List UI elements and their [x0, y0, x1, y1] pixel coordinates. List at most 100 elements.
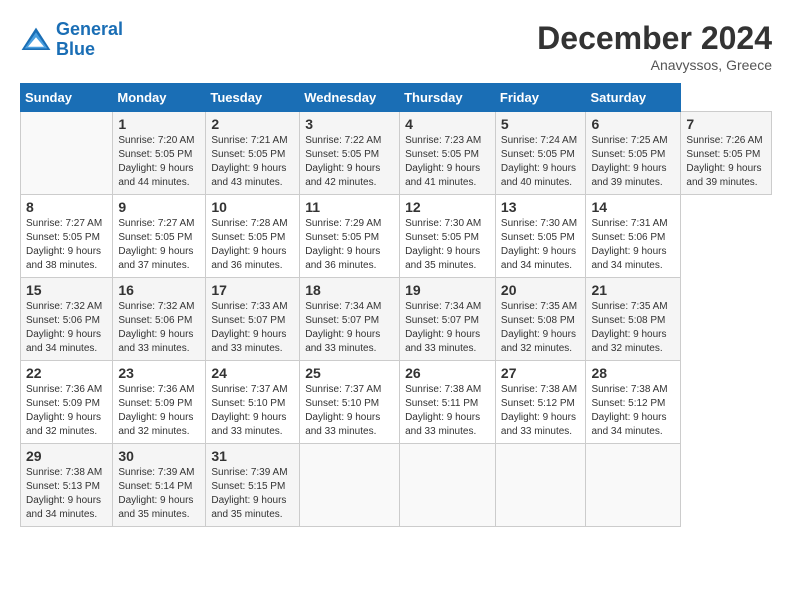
day-info: Sunrise: 7:35 AM Sunset: 5:08 PM Dayligh… [591, 300, 675, 356]
day-number: 25 [305, 365, 394, 381]
calendar-cell: 7 Sunrise: 7:26 AM Sunset: 5:05 PM Dayli… [681, 112, 772, 195]
calendar-cell: 29 Sunrise: 7:38 AM Sunset: 5:13 PM Dayl… [21, 444, 113, 527]
page-header: General Blue December 2024 Anavyssos, Gr… [20, 20, 772, 73]
day-number: 19 [405, 282, 490, 298]
day-number: 4 [405, 116, 490, 132]
day-number: 18 [305, 282, 394, 298]
day-info: Sunrise: 7:24 AM Sunset: 5:05 PM Dayligh… [501, 134, 581, 190]
day-number: 3 [305, 116, 394, 132]
day-number: 17 [211, 282, 294, 298]
week-row-2: 8 Sunrise: 7:27 AM Sunset: 5:05 PM Dayli… [21, 195, 772, 278]
day-info: Sunrise: 7:35 AM Sunset: 5:08 PM Dayligh… [501, 300, 581, 356]
day-number: 13 [501, 199, 581, 215]
day-number: 5 [501, 116, 581, 132]
day-info: Sunrise: 7:23 AM Sunset: 5:05 PM Dayligh… [405, 134, 490, 190]
calendar-cell: 23 Sunrise: 7:36 AM Sunset: 5:09 PM Dayl… [113, 361, 206, 444]
day-number: 12 [405, 199, 490, 215]
calendar-cell: 2 Sunrise: 7:21 AM Sunset: 5:05 PM Dayli… [206, 112, 300, 195]
day-info: Sunrise: 7:38 AM Sunset: 5:11 PM Dayligh… [405, 383, 490, 439]
calendar-cell: 30 Sunrise: 7:39 AM Sunset: 5:14 PM Dayl… [113, 444, 206, 527]
calendar-cell [400, 444, 496, 527]
day-number: 16 [118, 282, 200, 298]
day-info: Sunrise: 7:31 AM Sunset: 5:06 PM Dayligh… [591, 217, 675, 273]
day-number: 11 [305, 199, 394, 215]
calendar-cell: 16 Sunrise: 7:32 AM Sunset: 5:06 PM Dayl… [113, 278, 206, 361]
location-subtitle: Anavyssos, Greece [537, 57, 772, 73]
day-number: 27 [501, 365, 581, 381]
calendar-cell: 11 Sunrise: 7:29 AM Sunset: 5:05 PM Dayl… [300, 195, 400, 278]
day-info: Sunrise: 7:36 AM Sunset: 5:09 PM Dayligh… [26, 383, 107, 439]
calendar-cell: 18 Sunrise: 7:34 AM Sunset: 5:07 PM Dayl… [300, 278, 400, 361]
day-info: Sunrise: 7:28 AM Sunset: 5:05 PM Dayligh… [211, 217, 294, 273]
calendar-cell [21, 112, 113, 195]
calendar-cell: 24 Sunrise: 7:37 AM Sunset: 5:10 PM Dayl… [206, 361, 300, 444]
day-info: Sunrise: 7:38 AM Sunset: 5:12 PM Dayligh… [501, 383, 581, 439]
day-number: 30 [118, 448, 200, 464]
calendar-cell: 4 Sunrise: 7:23 AM Sunset: 5:05 PM Dayli… [400, 112, 496, 195]
day-number: 2 [211, 116, 294, 132]
day-info: Sunrise: 7:25 AM Sunset: 5:05 PM Dayligh… [591, 134, 675, 190]
header-cell-thursday: Thursday [400, 84, 496, 112]
day-number: 24 [211, 365, 294, 381]
calendar-cell: 8 Sunrise: 7:27 AM Sunset: 5:05 PM Dayli… [21, 195, 113, 278]
day-number: 22 [26, 365, 107, 381]
calendar-cell: 28 Sunrise: 7:38 AM Sunset: 5:12 PM Dayl… [586, 361, 681, 444]
calendar-cell: 19 Sunrise: 7:34 AM Sunset: 5:07 PM Dayl… [400, 278, 496, 361]
day-number: 23 [118, 365, 200, 381]
logo: General Blue [20, 20, 123, 60]
calendar-cell: 12 Sunrise: 7:30 AM Sunset: 5:05 PM Dayl… [400, 195, 496, 278]
day-number: 29 [26, 448, 107, 464]
calendar-cell: 17 Sunrise: 7:33 AM Sunset: 5:07 PM Dayl… [206, 278, 300, 361]
calendar-cell: 1 Sunrise: 7:20 AM Sunset: 5:05 PM Dayli… [113, 112, 206, 195]
calendar-cell: 26 Sunrise: 7:38 AM Sunset: 5:11 PM Dayl… [400, 361, 496, 444]
calendar-cell [586, 444, 681, 527]
calendar-cell: 14 Sunrise: 7:31 AM Sunset: 5:06 PM Dayl… [586, 195, 681, 278]
day-info: Sunrise: 7:39 AM Sunset: 5:14 PM Dayligh… [118, 466, 200, 522]
calendar-cell: 25 Sunrise: 7:37 AM Sunset: 5:10 PM Dayl… [300, 361, 400, 444]
calendar-cell: 15 Sunrise: 7:32 AM Sunset: 5:06 PM Dayl… [21, 278, 113, 361]
header-cell-saturday: Saturday [586, 84, 681, 112]
header-row: SundayMondayTuesdayWednesdayThursdayFrid… [21, 84, 772, 112]
week-row-3: 15 Sunrise: 7:32 AM Sunset: 5:06 PM Dayl… [21, 278, 772, 361]
day-info: Sunrise: 7:38 AM Sunset: 5:13 PM Dayligh… [26, 466, 107, 522]
day-number: 31 [211, 448, 294, 464]
calendar-cell: 9 Sunrise: 7:27 AM Sunset: 5:05 PM Dayli… [113, 195, 206, 278]
header-cell-friday: Friday [495, 84, 586, 112]
day-number: 15 [26, 282, 107, 298]
day-info: Sunrise: 7:29 AM Sunset: 5:05 PM Dayligh… [305, 217, 394, 273]
day-info: Sunrise: 7:32 AM Sunset: 5:06 PM Dayligh… [26, 300, 107, 356]
calendar-cell: 13 Sunrise: 7:30 AM Sunset: 5:05 PM Dayl… [495, 195, 586, 278]
logo-text: General Blue [56, 20, 123, 60]
day-info: Sunrise: 7:36 AM Sunset: 5:09 PM Dayligh… [118, 383, 200, 439]
month-title: December 2024 [537, 20, 772, 57]
calendar-cell: 21 Sunrise: 7:35 AM Sunset: 5:08 PM Dayl… [586, 278, 681, 361]
day-info: Sunrise: 7:26 AM Sunset: 5:05 PM Dayligh… [686, 134, 766, 190]
calendar-cell: 22 Sunrise: 7:36 AM Sunset: 5:09 PM Dayl… [21, 361, 113, 444]
title-block: December 2024 Anavyssos, Greece [537, 20, 772, 73]
day-info: Sunrise: 7:20 AM Sunset: 5:05 PM Dayligh… [118, 134, 200, 190]
calendar-cell [300, 444, 400, 527]
day-info: Sunrise: 7:37 AM Sunset: 5:10 PM Dayligh… [305, 383, 394, 439]
day-info: Sunrise: 7:33 AM Sunset: 5:07 PM Dayligh… [211, 300, 294, 356]
calendar-table: SundayMondayTuesdayWednesdayThursdayFrid… [20, 83, 772, 527]
day-number: 14 [591, 199, 675, 215]
logo-icon [20, 26, 52, 54]
day-info: Sunrise: 7:22 AM Sunset: 5:05 PM Dayligh… [305, 134, 394, 190]
week-row-1: 1 Sunrise: 7:20 AM Sunset: 5:05 PM Dayli… [21, 112, 772, 195]
calendar-cell: 3 Sunrise: 7:22 AM Sunset: 5:05 PM Dayli… [300, 112, 400, 195]
day-number: 20 [501, 282, 581, 298]
header-cell-monday: Monday [113, 84, 206, 112]
calendar-cell: 27 Sunrise: 7:38 AM Sunset: 5:12 PM Dayl… [495, 361, 586, 444]
day-info: Sunrise: 7:38 AM Sunset: 5:12 PM Dayligh… [591, 383, 675, 439]
header-cell-wednesday: Wednesday [300, 84, 400, 112]
day-info: Sunrise: 7:34 AM Sunset: 5:07 PM Dayligh… [305, 300, 394, 356]
header-cell-tuesday: Tuesday [206, 84, 300, 112]
day-number: 6 [591, 116, 675, 132]
day-info: Sunrise: 7:21 AM Sunset: 5:05 PM Dayligh… [211, 134, 294, 190]
day-info: Sunrise: 7:27 AM Sunset: 5:05 PM Dayligh… [118, 217, 200, 273]
day-info: Sunrise: 7:37 AM Sunset: 5:10 PM Dayligh… [211, 383, 294, 439]
day-number: 28 [591, 365, 675, 381]
calendar-cell: 31 Sunrise: 7:39 AM Sunset: 5:15 PM Dayl… [206, 444, 300, 527]
day-number: 9 [118, 199, 200, 215]
day-info: Sunrise: 7:30 AM Sunset: 5:05 PM Dayligh… [501, 217, 581, 273]
